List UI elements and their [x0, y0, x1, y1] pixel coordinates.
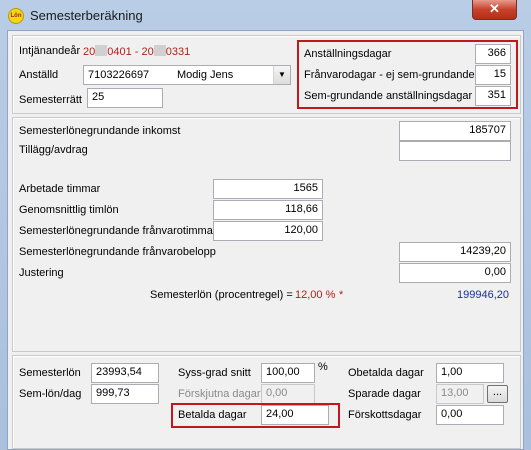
betalda-input[interactable]: 24,00: [261, 405, 329, 425]
intjanandear-separator: -: [134, 46, 139, 58]
redacted-block: [153, 45, 166, 56]
justering-label: Justering: [19, 267, 64, 279]
justering-input[interactable]: 0,00: [399, 263, 511, 283]
betalda-label: Betalda dagar: [178, 409, 247, 421]
close-button[interactable]: ✕: [472, 0, 517, 20]
anstallningsdagar-input[interactable]: 366: [475, 44, 511, 64]
timlon-label: Genomsnittlig timlön: [19, 204, 119, 216]
app-logo-icon: Lön: [8, 8, 24, 24]
tillagg-label: Tillägg/avdrag: [19, 144, 88, 156]
sparade-label: Sparade dagar: [348, 388, 421, 400]
chevron-down-icon[interactable]: ▼: [273, 66, 290, 84]
intjanandear-from: 20: [83, 46, 96, 58]
semesterratt-input[interactable]: 25: [87, 88, 163, 108]
summary-pane: Semesterlön 23993,54 Sem-lön/dag 999,73 …: [12, 355, 521, 449]
anstalld-select[interactable]: 7103226697 Modig Jens ▼: [83, 65, 291, 85]
semesterratt-label: Semesterrätt: [19, 94, 82, 106]
calculation-pane: Semesterlönegrundande inkomst 185707 Til…: [12, 117, 521, 352]
franvarodagar-label: Frånvarodagar - ej sem-grundande: [304, 69, 475, 81]
title-bar[interactable]: Lön Semesterberäkning ✕: [0, 0, 531, 30]
obetalda-label: Obetalda dagar: [348, 367, 424, 379]
semesterlon-label: Semesterlön: [19, 367, 81, 379]
obetalda-input[interactable]: 1,00: [436, 363, 504, 383]
redacted-block: [95, 45, 108, 56]
dialog-body: Intjänandeår 20 0401 - 20 0331 Anställd 71…: [7, 30, 524, 450]
forskott-input[interactable]: 0,00: [436, 405, 504, 425]
franvarotimmar-label: Semesterlönegrundande frånvarotimmar: [19, 225, 217, 237]
anstalld-name: Modig Jens: [177, 69, 234, 81]
anstalld-id: 7103226697: [88, 69, 150, 81]
semlondag-label: Sem-lön/dag: [19, 388, 82, 400]
header-pane: Intjänandeår 20 0401 - 20 0331 Anställd 71…: [12, 35, 521, 114]
franvarobelopp-input[interactable]: 14239,20: [399, 242, 511, 262]
timlon-input[interactable]: 118,66: [213, 200, 323, 220]
arbetade-input[interactable]: 1565: [213, 179, 323, 199]
intjanandear-period: 20 0401 - 20 0331: [83, 45, 190, 58]
forskott-label: Förskottsdagar: [348, 409, 422, 421]
semlondag-input[interactable]: 999,73: [91, 384, 159, 404]
procentregel-percent: 12,00 %: [295, 289, 336, 301]
franvarotimmar-input[interactable]: 120,00: [213, 221, 323, 241]
semgrundande-label: Sem-grundande anställningsdagar: [304, 90, 473, 102]
intjanandear-label: Intjänandeår: [19, 45, 81, 57]
syssgrad-label: Syss-grad snitt: [178, 367, 251, 379]
dialog-window: Lön Semesterberäkning ✕ Intjänandeår 20 0…: [0, 0, 531, 450]
arbetade-label: Arbetade timmar: [19, 183, 101, 195]
syssgrad-input[interactable]: 100,00: [261, 363, 315, 383]
forskjutna-label: Förskjutna dagar: [178, 388, 261, 400]
inkomst-input[interactable]: 185707: [399, 121, 511, 141]
procentregel-value: 199946,20: [457, 289, 509, 301]
sparade-browse-button[interactable]: ...: [487, 385, 508, 403]
sparade-input: 13,00: [436, 384, 484, 404]
franvarobelopp-label: Semesterlönegrundande frånvarobelopp: [19, 246, 216, 258]
anstalld-label: Anställd: [19, 69, 59, 81]
syssgrad-unit: %: [318, 361, 328, 373]
franvarodagar-input[interactable]: 15: [475, 65, 511, 85]
procentregel-star: *: [339, 289, 344, 301]
tillagg-input[interactable]: [399, 141, 511, 161]
procentregel-label: Semesterlön (procentregel) =: [150, 289, 293, 301]
intjanandear-from-suffix: 0401: [107, 46, 132, 58]
anstallningsdagar-label: Anställningsdagar: [304, 48, 392, 60]
inkomst-label: Semesterlönegrundande inkomst: [19, 125, 181, 137]
intjanandear-to-suffix: 0331: [165, 46, 191, 58]
forskjutna-input: 0,00: [261, 384, 315, 404]
intjanandear-to: 20: [141, 46, 154, 58]
window-title: Semesterberäkning: [30, 8, 143, 23]
semgrundande-input[interactable]: 351: [475, 86, 511, 106]
semesterlon-input[interactable]: 23993,54: [91, 363, 159, 383]
